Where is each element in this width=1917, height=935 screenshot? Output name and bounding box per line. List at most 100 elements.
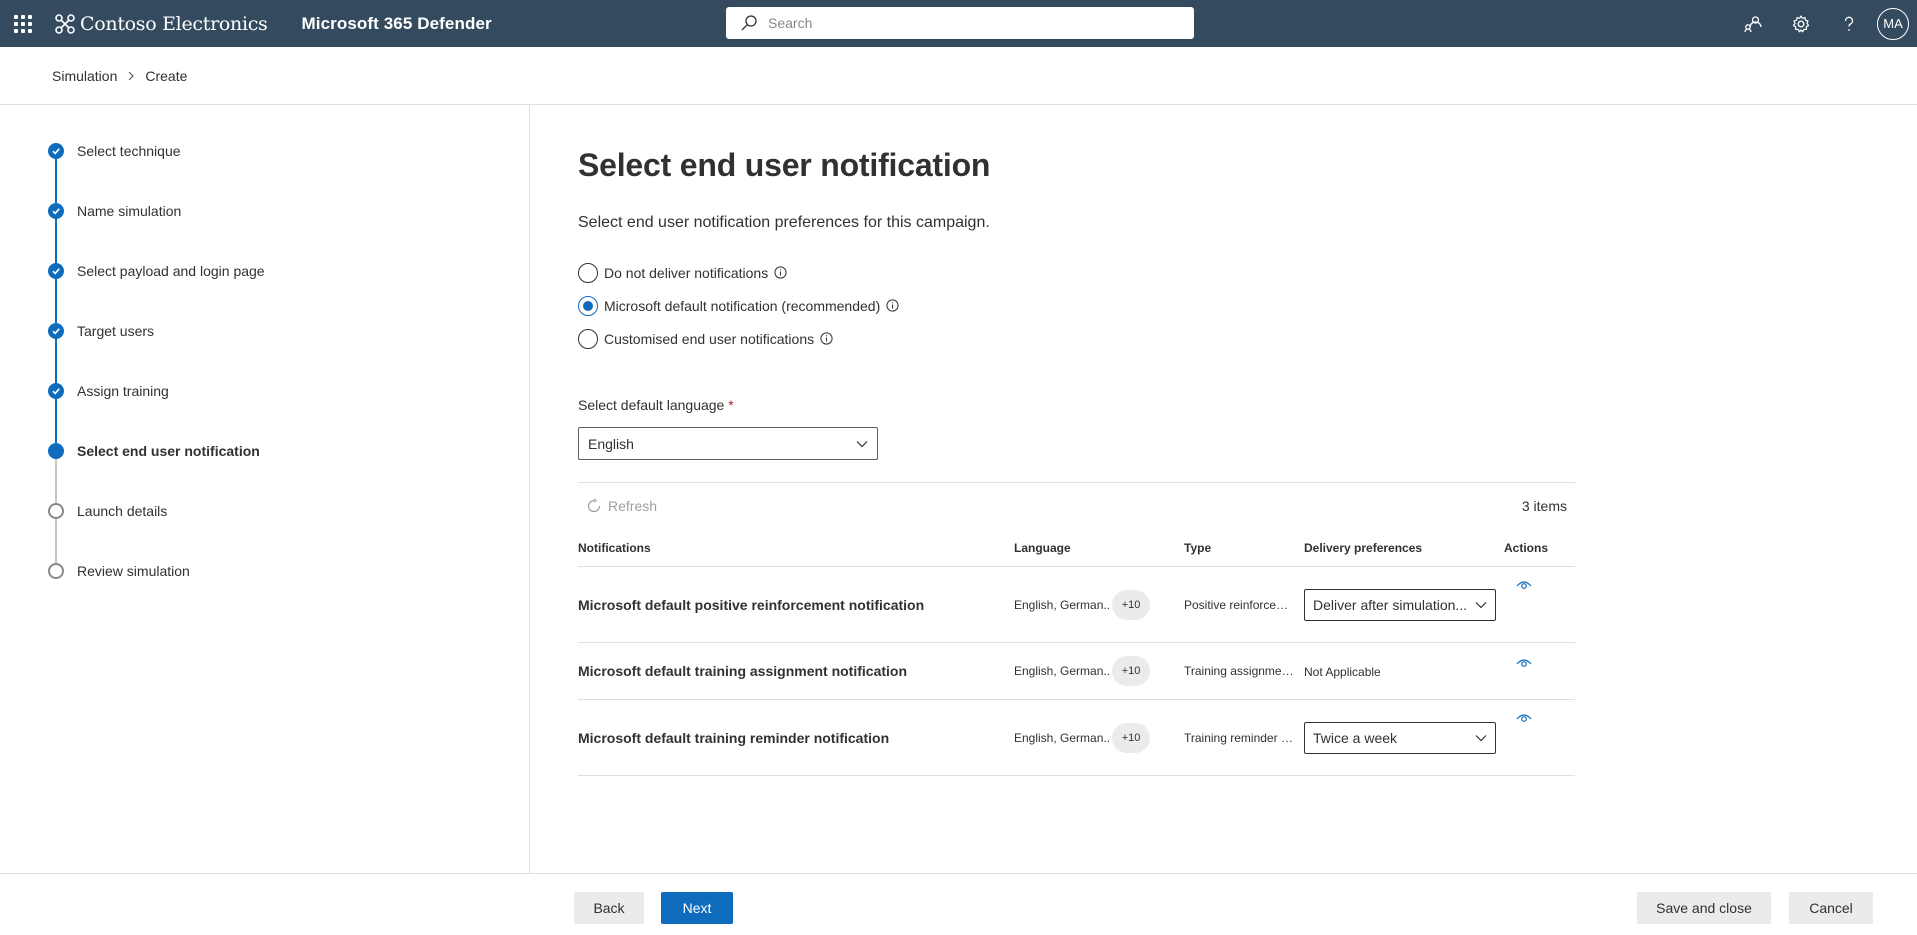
delivery-preference-dropdown[interactable]: Twice a week	[1304, 721, 1496, 754]
pending-step-circle-icon	[48, 563, 64, 579]
app-launcher-button[interactable]	[0, 0, 46, 47]
notification-name: Microsoft default training reminder noti…	[578, 729, 890, 746]
column-header-actions: Actions	[1504, 540, 1549, 555]
breadcrumb: Simulation Create	[0, 47, 1917, 105]
community-button[interactable]	[1729, 0, 1777, 47]
step-select-end-user-notification[interactable]: Select end user notification	[48, 443, 265, 503]
delivery-value: Twice a week	[1313, 729, 1398, 746]
chevron-down-icon	[856, 440, 868, 447]
more-languages-badge[interactable]: +10	[1112, 589, 1151, 620]
table-header: Notifications Language Type Delivery pre…	[578, 529, 1575, 567]
settings-button[interactable]	[1777, 0, 1825, 47]
step-label: Launch details	[77, 503, 168, 519]
step-launch-details[interactable]: Launch details	[48, 503, 265, 563]
option-do-not-deliver[interactable]: Do not deliver notifications	[578, 256, 1578, 289]
step-target-users[interactable]: Target users	[48, 323, 265, 383]
next-button[interactable]: Next	[661, 892, 733, 924]
type-cell: Positive reinforcem...	[1184, 597, 1296, 612]
wizard-steps-panel: Select technique Name simulation Select …	[0, 105, 530, 873]
checkmark-icon	[48, 203, 64, 219]
table-toolbar: Refresh 3 items	[578, 482, 1575, 529]
chevron-down-icon	[1475, 601, 1487, 608]
step-label: Review simulation	[77, 563, 190, 579]
step-select-technique[interactable]: Select technique	[48, 143, 265, 203]
option-microsoft-default[interactable]: Microsoft default notification (recommen…	[578, 289, 1578, 322]
eye-icon[interactable]	[1516, 579, 1532, 591]
delivery-not-applicable: Not Applicable	[1304, 664, 1381, 679]
step-assign-training[interactable]: Assign training	[48, 383, 265, 443]
delivery-preference-dropdown[interactable]: Deliver after simulation...	[1304, 588, 1496, 621]
step-name-simulation[interactable]: Name simulation	[48, 203, 265, 263]
refresh-icon	[587, 498, 601, 513]
language-cell: English, German.. +10	[1014, 722, 1184, 753]
info-icon[interactable]	[820, 332, 833, 345]
brand[interactable]: Contoso Electronics	[54, 0, 268, 47]
help-button[interactable]	[1825, 0, 1873, 47]
radio-button[interactable]	[578, 262, 598, 283]
step-label: Select payload and login page	[77, 263, 265, 279]
search-input[interactable]	[768, 15, 1188, 31]
page-title: Select end user notification	[578, 147, 991, 183]
language-list: English, German..	[1014, 730, 1111, 745]
option-label: Customised end user notifications	[604, 330, 815, 347]
current-step-dot-icon	[48, 443, 64, 459]
main-content: Select end user notification Select end …	[578, 105, 1578, 776]
step-label: Target users	[77, 323, 155, 339]
delivery-value: Deliver after simulation...	[1313, 596, 1468, 613]
more-languages-badge[interactable]: +10	[1112, 656, 1151, 686]
back-button[interactable]: Back	[574, 892, 644, 924]
option-customised[interactable]: Customised end user notifications	[578, 322, 1578, 355]
language-cell: English, German.. +10	[1014, 589, 1184, 620]
type-cell: Training reminder n...	[1184, 730, 1296, 745]
table-row[interactable]: Microsoft default positive reinforcement…	[578, 567, 1575, 643]
notification-name: Microsoft default training assignment no…	[578, 663, 908, 679]
question-icon	[1844, 16, 1854, 31]
radio-button-selected[interactable]	[578, 295, 598, 316]
top-bar: Contoso Electronics Microsoft 365 Defend…	[0, 0, 1917, 47]
table-row[interactable]: Microsoft default training assignment no…	[578, 643, 1575, 700]
checkmark-icon	[48, 383, 64, 399]
language-dropdown[interactable]: English	[578, 427, 878, 460]
language-value: English	[588, 435, 634, 452]
chevron-right-icon	[127, 71, 135, 81]
wizard-steps: Select technique Name simulation Select …	[48, 143, 265, 623]
pending-step-circle-icon	[48, 503, 64, 519]
info-icon[interactable]	[774, 266, 787, 279]
app-name[interactable]: Microsoft 365 Defender	[302, 14, 492, 34]
eye-icon[interactable]	[1516, 657, 1532, 669]
column-header-type[interactable]: Type	[1184, 541, 1304, 555]
save-and-close-button[interactable]: Save and close	[1637, 892, 1771, 924]
eye-icon[interactable]	[1516, 712, 1532, 724]
refresh-button[interactable]: Refresh	[578, 498, 657, 514]
step-review-simulation[interactable]: Review simulation	[48, 563, 265, 623]
notification-options: Do not deliver notifications Microsoft d…	[578, 256, 1578, 355]
info-icon[interactable]	[886, 299, 899, 312]
notifications-table: Notifications Language Type Delivery pre…	[578, 529, 1575, 776]
gear-icon	[1792, 14, 1810, 32]
language-label: Select default language *	[578, 397, 1578, 413]
step-label: Assign training	[77, 383, 169, 399]
cancel-button[interactable]: Cancel	[1789, 892, 1873, 924]
option-label: Microsoft default notification (recommen…	[604, 297, 881, 314]
option-label: Do not deliver notifications	[604, 264, 769, 281]
type-cell: Training assignmen...	[1184, 664, 1296, 678]
step-select-payload[interactable]: Select payload and login page	[48, 263, 265, 323]
search-box[interactable]	[726, 7, 1194, 39]
people-connect-icon	[1744, 15, 1762, 32]
more-languages-badge[interactable]: +10	[1112, 722, 1151, 753]
avatar[interactable]: MA	[1877, 7, 1909, 40]
refresh-label: Refresh	[608, 498, 658, 514]
page-description: Select end user notification preferences…	[578, 214, 990, 231]
contoso-logo-icon	[55, 13, 75, 34]
column-header-language[interactable]: Language	[1014, 541, 1184, 555]
radio-button[interactable]	[578, 328, 598, 349]
brand-name: Contoso Electronics	[80, 12, 268, 35]
breadcrumb-item-simulation[interactable]: Simulation	[52, 68, 117, 84]
checkmark-icon	[48, 323, 64, 339]
column-header-delivery[interactable]: Delivery preferences	[1304, 541, 1504, 555]
top-icons: MA	[1729, 0, 1917, 47]
table-row[interactable]: Microsoft default training reminder noti…	[578, 700, 1575, 776]
required-mark: *	[728, 397, 734, 413]
language-label-text: Select default language	[578, 397, 725, 413]
column-header-notifications[interactable]: Notifications	[578, 541, 1014, 555]
